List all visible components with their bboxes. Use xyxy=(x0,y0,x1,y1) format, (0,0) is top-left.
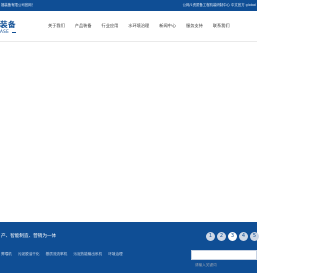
footer-banner: 产、智能制造、营销为一体 1 2 3 4 5 弊喂机 污泥脱油干化 基质流流率机… xyxy=(0,222,259,273)
search-input[interactable]: 请输入关键词 xyxy=(191,250,257,267)
hot-link[interactable]: 弊喂机 xyxy=(1,252,12,256)
header: 装备 ASE 关于我们 产品装备 行业应用 水环境治理 新闻中心 服务支持 联系… xyxy=(0,11,257,42)
hot-links: 弊喂机 污泥脱油干化 基质流流率机 污泥热能输出系机 环境治理 xyxy=(1,252,128,257)
slide-dot[interactable]: 3 xyxy=(228,232,237,241)
nav-service[interactable]: 服务支持 xyxy=(186,11,203,41)
nav-contact[interactable]: 联系我们 xyxy=(213,11,230,41)
hot-link[interactable]: 污泥脱油干化 xyxy=(18,252,40,256)
slide-dot[interactable]: 4 xyxy=(239,232,248,241)
hot-link[interactable]: 污泥热能输出系机 xyxy=(73,252,102,256)
welcome-text: 福装备有限公司官网！ xyxy=(1,3,35,7)
top-bar: 福装备有限公司官网！ 公网/1资质备工程机装研制中心 中文官方 global xyxy=(0,0,257,11)
search-placeholder: 请输入关键词 xyxy=(195,263,217,267)
nav-water[interactable]: 水环境治理 xyxy=(128,11,149,41)
main-content xyxy=(0,42,257,222)
logo-sub: ASE xyxy=(0,29,16,34)
tagline: 产、智能制造、营销为一体 xyxy=(1,234,57,239)
hot-link[interactable]: 环境治理 xyxy=(108,252,122,256)
top-links[interactable]: 公网/1资质备工程机装研制中心 中文官方 global xyxy=(183,0,256,11)
slide-dot[interactable]: 5 xyxy=(250,232,259,241)
logo-divider xyxy=(11,31,16,33)
slide-dot[interactable]: 1 xyxy=(206,232,215,241)
slide-dot[interactable]: 2 xyxy=(217,232,226,241)
nav-about[interactable]: 关于我们 xyxy=(48,11,65,41)
nav-news[interactable]: 新闻中心 xyxy=(159,11,176,41)
nav-products[interactable]: 产品装备 xyxy=(75,11,92,41)
nav-industry[interactable]: 行业应用 xyxy=(102,11,119,41)
logo-sub-text: ASE xyxy=(0,29,10,34)
hot-link[interactable]: 基质流流率机 xyxy=(46,252,68,256)
main-nav: 关于我们 产品装备 行业应用 水环境治理 新闻中心 服务支持 联系我们 xyxy=(48,11,230,41)
slide-pagination: 1 2 3 4 5 xyxy=(206,232,261,241)
